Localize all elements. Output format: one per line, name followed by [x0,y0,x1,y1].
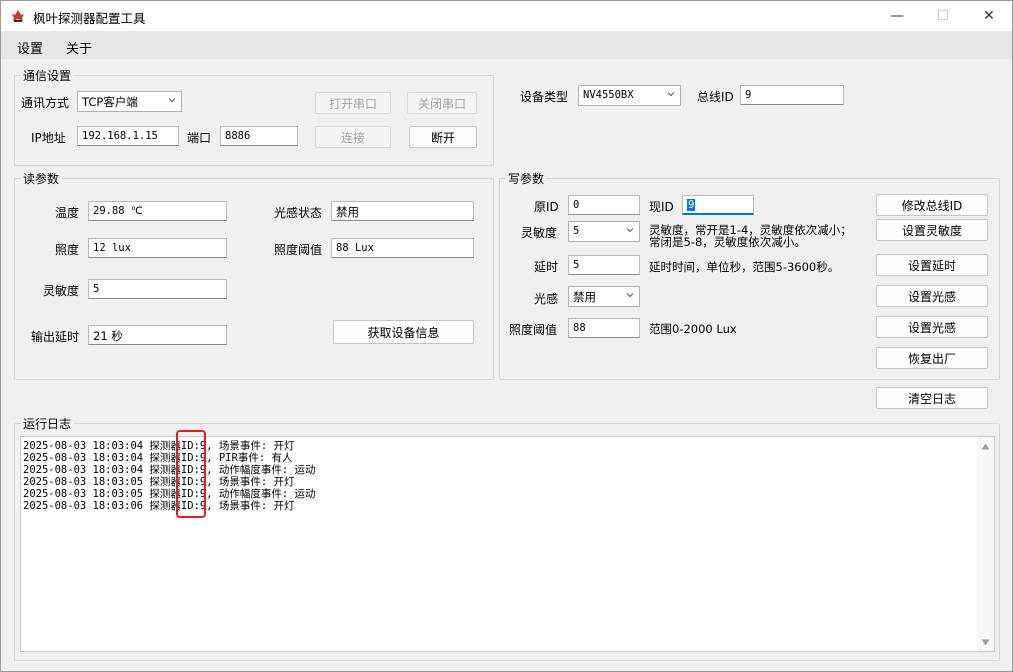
get-device-info-button[interactable]: 获取设备信息 [333,320,474,344]
write-light-label: 光感 [534,292,559,306]
log-lines: 2025-08-03 18:03:04 探测器ID:9, 场景事件: 开灯 20… [23,440,316,512]
orig-id-input[interactable]: 0 [568,195,640,215]
ip-input[interactable]: 192.168.1.15 [77,126,179,146]
log-line: 2025-08-03 18:03:05 探测器ID:9, 动作幅度事件: 运动 [23,488,316,500]
menu-bar: 设置 关于 [1,31,1012,59]
illum-thresh-label: 照度阈值 [274,243,323,257]
write-light-value: 禁用 [573,290,596,304]
bus-id-input[interactable]: 9 [740,85,844,105]
minimize-button[interactable]: — [874,1,920,31]
comm-settings-label: 通信设置 [21,67,74,84]
comm-mode-select[interactable]: TCP客户端 [77,91,182,112]
chevron-down-icon [626,228,634,233]
illum-field: 12 lux [88,238,227,258]
write-thresh-input[interactable]: 88 [568,318,640,338]
device-type-label: 设备类型 [520,90,569,104]
run-log-label: 运行日志 [21,415,74,432]
connect-button[interactable]: 连接 [315,126,391,148]
orig-id-label: 原ID [534,200,559,214]
output-delay-field: 21 秒 [88,325,227,345]
log-scrollbar[interactable] [977,437,994,651]
write-params-label: 写参数 [506,170,547,187]
disconnect-button[interactable]: 断开 [409,126,477,148]
set-light-button-2[interactable]: 设置光感 [876,316,988,338]
title-bar: 枫叶探测器配置工具 — ☐ ✕ [1,1,1012,31]
light-state-label: 光感状态 [274,206,323,220]
port-label: 端口 [187,131,212,145]
write-sens-label: 灵敏度 [521,226,558,240]
log-line: 2025-08-03 18:03:04 探测器ID:9, PIR事件: 有人 [23,452,293,464]
close-button[interactable]: ✕ [966,1,1012,31]
temp-field: 29.88 ℃ [88,201,227,221]
device-type-value: NV4550BX [583,89,634,101]
maximize-icon: ☐ [936,8,950,24]
chevron-down-icon [168,98,176,103]
bus-id-label: 总线ID [697,90,734,104]
port-input[interactable]: 8886 [220,126,298,146]
set-light-button[interactable]: 设置光感 [876,285,988,307]
sens-hint-line2: 常闭是5-8，灵敏度依次减小。 [649,235,806,249]
app-logo-icon [12,10,24,22]
delay-hint: 延时时间，单位秒，范围5-3600秒。 [649,260,840,274]
menu-settings[interactable]: 设置 [17,38,43,57]
chevron-down-icon [626,293,634,298]
output-delay-label: 输出延时 [31,330,80,344]
write-sens-value: 5 [573,225,580,237]
device-type-select[interactable]: NV4550BX [578,85,681,106]
log-textarea[interactable]: 2025-08-03 18:03:04 探测器ID:9, 场景事件: 开灯 20… [20,436,995,652]
log-line: 2025-08-03 18:03:05 探测器ID:9, 场景事件: 开灯 [23,476,295,488]
close-icon: ✕ [983,8,995,24]
window-title: 枫叶探测器配置工具 [33,11,146,26]
illum-thresh-field: 88 Lux [331,238,474,258]
scroll-down-icon[interactable] [981,639,990,646]
new-id-label: 现ID [649,200,674,214]
comm-mode-value: TCP客户端 [82,95,138,109]
modify-bus-id-button[interactable]: 修改总线ID [876,194,988,216]
read-sens-label: 灵敏度 [43,284,80,298]
read-params-label: 读参数 [21,170,62,187]
light-state-field: 禁用 [331,201,474,221]
maximize-button[interactable]: ☐ [920,1,966,31]
factory-reset-button[interactable]: 恢复出厂 [876,347,988,369]
new-id-input[interactable]: 9 [682,195,754,215]
chevron-down-icon [667,92,675,97]
id-highlight-annotation [176,430,206,518]
log-line: 2025-08-03 18:03:06 探测器ID:9, 场景事件: 开灯 [23,500,295,512]
temp-label: 温度 [55,206,80,220]
open-serial-button[interactable]: 打开串口 [315,92,391,114]
write-light-select[interactable]: 禁用 [568,286,640,307]
close-serial-button[interactable]: 关闭串口 [407,92,477,114]
scroll-up-icon[interactable] [981,443,990,450]
write-sens-select[interactable]: 5 [568,221,640,242]
illum-label: 照度 [55,243,80,257]
thresh-hint: 范围0-2000 Lux [649,322,737,336]
read-sens-field: 5 [88,279,227,299]
log-line: 2025-08-03 18:03:04 探测器ID:9, 场景事件: 开灯 [23,440,295,452]
ip-label: IP地址 [31,131,66,145]
comm-mode-label: 通讯方式 [21,96,70,110]
clear-log-button[interactable]: 清空日志 [876,387,988,409]
write-thresh-label: 照度阈值 [509,323,558,337]
log-line: 2025-08-03 18:03:04 探测器ID:9, 动作幅度事件: 运动 [23,464,316,476]
set-delay-button[interactable]: 设置延时 [876,254,988,276]
app-window: 枫叶探测器配置工具 — ☐ ✕ 设置 关于 通信设置 通讯方式 TCP客户端 I… [0,0,1013,672]
new-id-selected-text: 9 [687,199,696,211]
write-delay-input[interactable]: 5 [568,255,640,275]
write-delay-label: 延时 [534,260,559,274]
minimize-icon: — [890,8,904,24]
set-sensitivity-button[interactable]: 设置灵敏度 [876,219,988,241]
comm-settings-group: 通信设置 [14,67,494,166]
menu-about[interactable]: 关于 [66,38,92,57]
